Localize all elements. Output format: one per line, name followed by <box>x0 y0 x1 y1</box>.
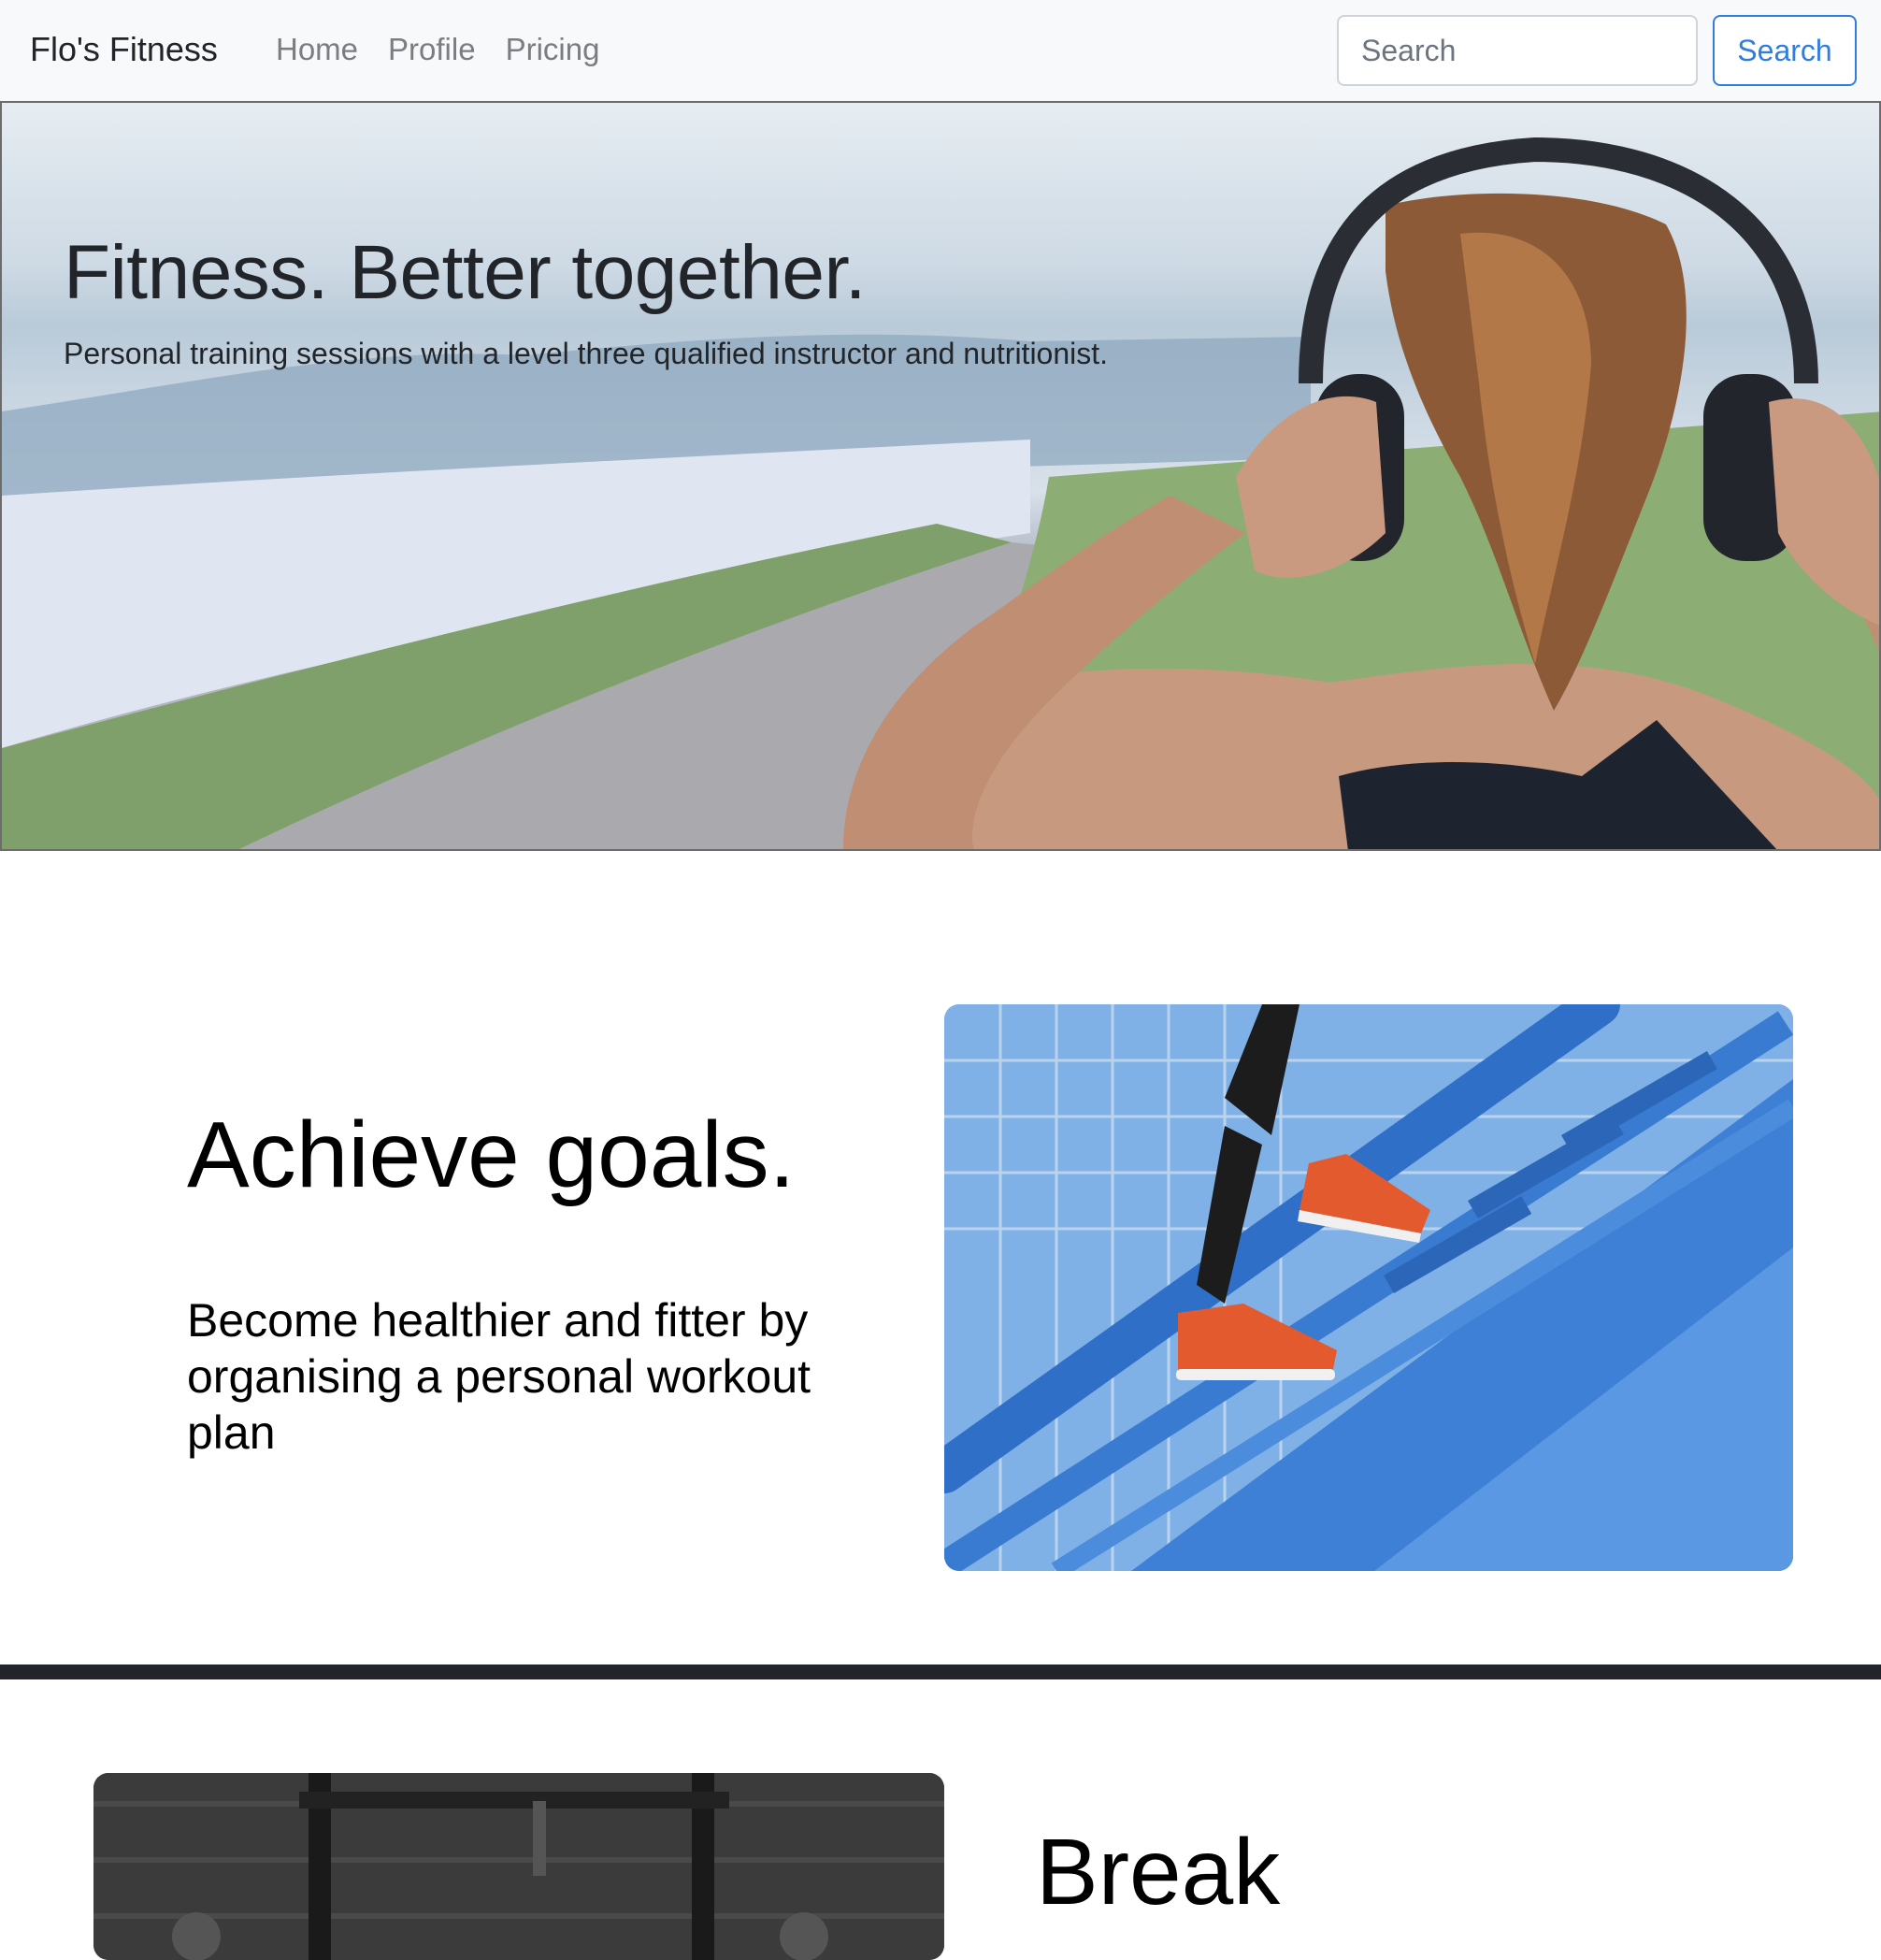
gym-photo <box>93 1773 944 1960</box>
goals-heading: Achieve goals. <box>187 1102 796 1207</box>
nav-link-home[interactable]: Home <box>276 32 358 67</box>
search-input[interactable] <box>1337 15 1698 86</box>
nav-links: Home Profile Pricing <box>276 32 599 67</box>
gym-equipment-image <box>93 1773 944 1960</box>
hero-title: Fitness. Better together. <box>64 230 867 315</box>
brand-logo[interactable]: Flo's Fitness <box>30 30 218 69</box>
hero-subtitle: Personal training sessions with a level … <box>64 337 1109 370</box>
hero-banner: Fitness. Better together. Personal train… <box>0 103 1881 851</box>
goals-description: Become healthier and fitter by organisin… <box>187 1294 811 1459</box>
search-button[interactable]: Search <box>1713 15 1857 86</box>
nav-link-profile[interactable]: Profile <box>388 32 476 67</box>
section-divider <box>0 1665 1881 1679</box>
nav-link-pricing[interactable]: Pricing <box>506 32 600 67</box>
stairs-running-image <box>944 1004 1793 1571</box>
hero-photo <box>2 137 1879 849</box>
top-navbar: Flo's Fitness Home Profile Pricing Searc… <box>0 0 1881 103</box>
break-heading: Break <box>1036 1820 1281 1924</box>
stairs-photo <box>944 1004 1793 1571</box>
